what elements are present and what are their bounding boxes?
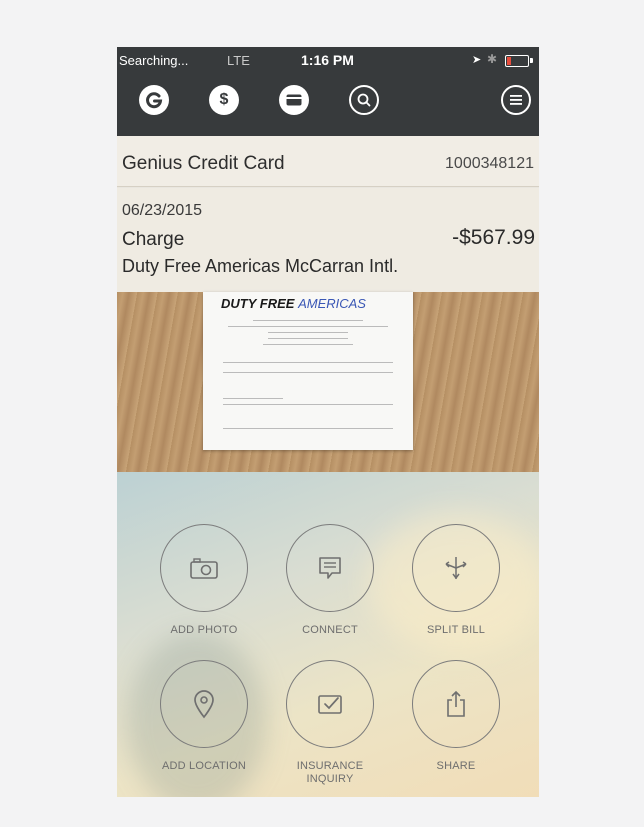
- menu-icon[interactable]: [501, 85, 531, 115]
- insurance-inquiry-label: INSURANCE INQUIRY: [296, 760, 364, 785]
- transaction-type: Charge: [122, 229, 185, 250]
- network-type: LTE: [227, 53, 250, 68]
- receipt-text-line: [223, 398, 283, 399]
- receipt-text-line: [223, 362, 393, 363]
- genius-icon[interactable]: [139, 85, 169, 115]
- receipt-text-line: [253, 320, 363, 321]
- add-photo-label: ADD PHOTO: [170, 624, 238, 636]
- status-bar: Searching... LTE 1:16 PM ➤ ✱: [117, 47, 539, 73]
- connect-circle: [286, 524, 374, 612]
- phone-screen: Searching... LTE 1:16 PM ➤ ✱ $ Genius Cr…: [117, 47, 539, 797]
- receipt-text-line: [263, 344, 353, 345]
- chat-icon: [319, 557, 341, 579]
- dollar-glyph: $: [219, 91, 229, 108]
- card-icon[interactable]: [279, 85, 309, 115]
- camera-icon: [190, 558, 218, 579]
- split-bill-circle: [412, 524, 500, 612]
- transaction-date: 06/23/2015: [122, 202, 203, 219]
- dollar-icon[interactable]: $: [209, 85, 239, 115]
- receipt-text-line: [268, 338, 348, 339]
- share-icon: [447, 690, 465, 717]
- carrier-text: Searching...: [119, 53, 189, 68]
- insurance-icon: [318, 695, 342, 714]
- transaction-details: 06/23/2015 Charge -$567.99 Duty Free Ame…: [117, 188, 539, 292]
- card-number: 1000348121: [445, 155, 534, 172]
- card-name: Genius Credit Card: [122, 153, 285, 174]
- split-bill-label: SPLIT BILL: [426, 624, 486, 636]
- add-photo-circle: [160, 524, 248, 612]
- add-location-circle: [160, 660, 248, 748]
- receipt-brand-light: AMERICAS: [298, 296, 366, 311]
- receipt-text-line: [223, 404, 393, 405]
- connect-label: CONNECT: [302, 624, 358, 636]
- receipt-text-line: [228, 326, 388, 327]
- battery-icon: [505, 55, 529, 67]
- receipt-brand-bold: DUTY FREE: [221, 296, 295, 311]
- share-label: SHARE: [436, 760, 476, 772]
- receipt-text-line: [223, 372, 393, 373]
- clock: 1:16 PM: [301, 52, 354, 68]
- share-button[interactable]: SHARE: [406, 660, 506, 773]
- action-panel: ADD PHOTO CONNECT SPLIT BILL ADD LOCATIO…: [117, 472, 539, 797]
- receipt-text-line: [268, 332, 348, 333]
- card-header[interactable]: Genius Credit Card 1000348121: [117, 136, 539, 187]
- location-pin-icon: [194, 690, 214, 719]
- receipt-photo[interactable]: DUTY FREE AMERICAS: [117, 292, 539, 472]
- split-icon: [445, 557, 467, 580]
- add-location-label: ADD LOCATION: [161, 760, 247, 772]
- receipt-image: DUTY FREE AMERICAS: [203, 292, 413, 450]
- add-photo-button[interactable]: ADD PHOTO: [154, 524, 254, 637]
- insurance-inquiry-circle: [286, 660, 374, 748]
- transaction-amount: -$567.99: [452, 226, 535, 249]
- search-icon[interactable]: [349, 85, 379, 115]
- battery-tip: [530, 58, 533, 63]
- split-bill-button[interactable]: SPLIT BILL: [406, 524, 506, 637]
- share-circle: [412, 660, 500, 748]
- bluetooth-icon: ✱: [487, 52, 498, 66]
- receipt-brand: DUTY FREE AMERICAS: [221, 296, 366, 311]
- add-location-button[interactable]: ADD LOCATION: [154, 660, 254, 773]
- insurance-inquiry-button[interactable]: INSURANCE INQUIRY: [280, 660, 380, 786]
- location-arrow-icon: ➤: [472, 54, 482, 66]
- connect-button[interactable]: CONNECT: [280, 524, 380, 637]
- transaction-merchant: Duty Free Americas McCarran Intl.: [122, 256, 399, 276]
- top-bar: Searching... LTE 1:16 PM ➤ ✱ $: [117, 47, 539, 136]
- receipt-text-line: [223, 428, 393, 429]
